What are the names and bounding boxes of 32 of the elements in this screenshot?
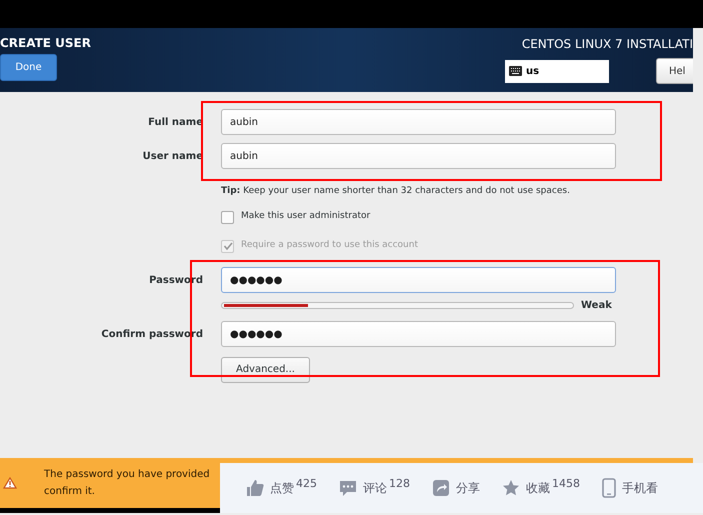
toolbar-action[interactable]: 收藏 1458 [502,479,580,497]
share-icon [432,479,450,497]
thumbs-up-icon [246,479,264,497]
input-field[interactable]: ●●●●●● [221,321,616,347]
input-field[interactable]: ●●●●●● [221,267,616,293]
toolbar-action[interactable]: 点赞 425 [246,479,317,497]
help-button[interactable]: Hel [656,58,693,84]
field-label: Full name [147,116,204,130]
warning-text: confirm it. [44,485,96,499]
checkbox-label: Require a password to use this account [241,239,418,252]
keyboard-layout-text: us [526,64,540,78]
toolbar-action[interactable]: 分享 [432,479,480,497]
advanced-button[interactable]: Advanced... [221,356,310,382]
input-field[interactable]: aubin [221,109,616,135]
input-field[interactable]: aubin [221,143,616,169]
field-label: User name [142,150,204,164]
phone-icon [602,478,616,498]
star-icon [502,479,520,497]
page-title: CREATE USER [0,35,91,51]
keyboard-icon [509,66,522,76]
keyboard-layout-field[interactable]: us [505,60,609,82]
strength-reading: Weak [581,298,612,312]
warning-text: The password you have provided [44,468,210,482]
done-button[interactable]: Done [0,54,57,81]
tip-text: Tip: Keep your user name shorter than 32 characters and do not use spaces. [221,186,570,196]
toolbar-action[interactable]: 手机看 [602,478,658,498]
product-title: CENTOS LINUX 7 INSTALLATI [522,36,693,52]
toolbar-action[interactable]: 评论 128 [339,479,410,497]
warning-icon [3,477,17,489]
checkbox-label: Make this user administrator [241,210,370,224]
comment-icon [339,479,357,497]
checkbox[interactable] [221,210,234,224]
